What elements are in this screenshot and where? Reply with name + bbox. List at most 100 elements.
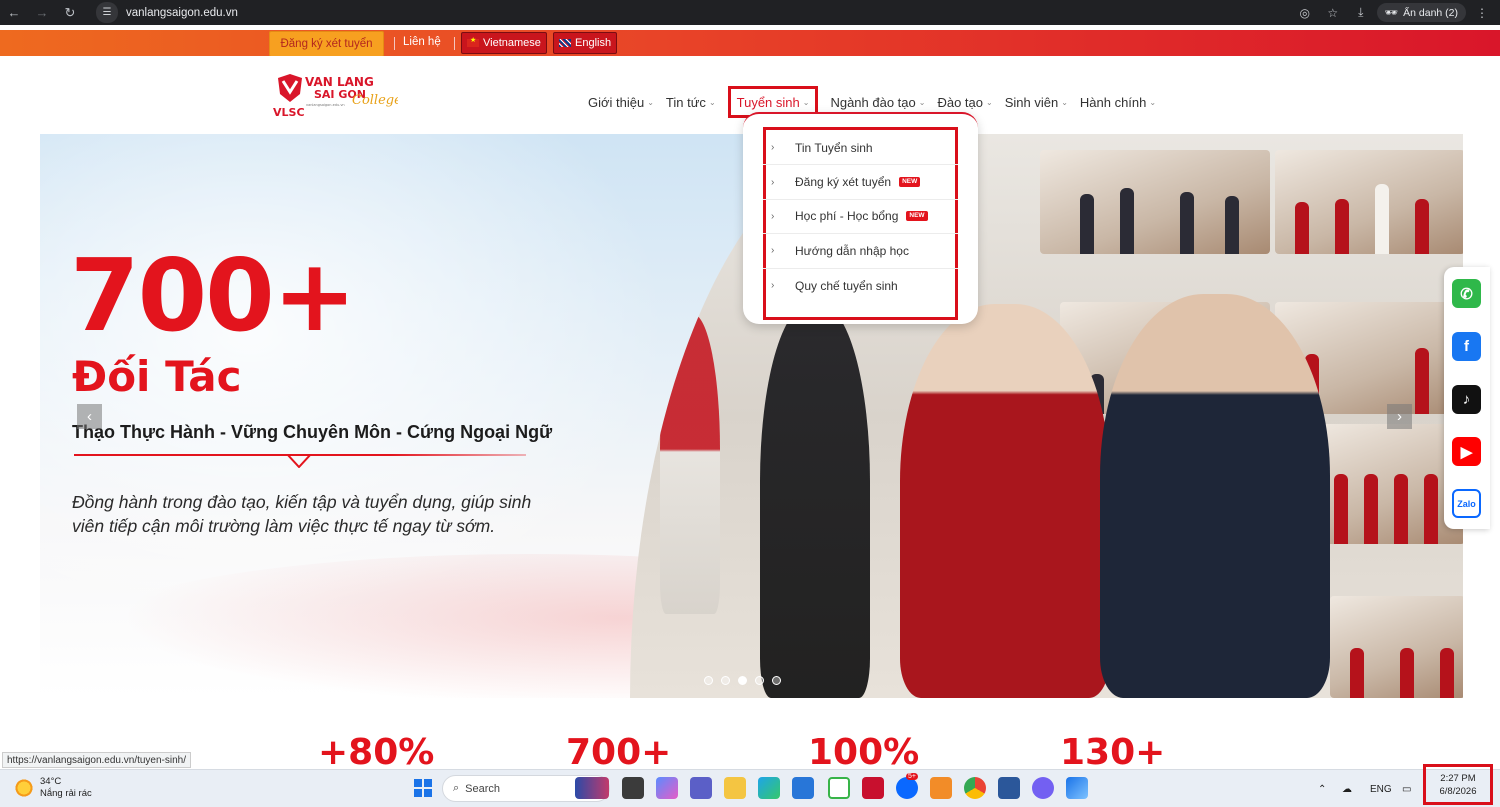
chevron-down-icon: ⌄ — [1149, 97, 1157, 107]
logo-line1: VAN LANG — [305, 75, 374, 89]
slider-next-button[interactable]: › — [1387, 404, 1412, 429]
logo-domain: vanlangsaigon.edu.vn — [306, 103, 345, 107]
zalo-icon[interactable]: Zalo — [1452, 489, 1481, 518]
menu-label: Tin tức — [665, 94, 706, 110]
social-sidebar: ✆ f ♪ ▶ Zalo — [1444, 267, 1490, 529]
menu-label: Sinh viên — [1004, 94, 1059, 110]
weather-widget[interactable]: 34°C Nắng rải rác — [14, 776, 92, 800]
tiktok-icon[interactable]: ♪ — [1452, 385, 1481, 414]
slider-dot[interactable] — [721, 676, 730, 685]
menu-sinh-vien[interactable]: Sinh viên ⌄ — [1005, 92, 1068, 112]
chevron-down-icon: ⌄ — [708, 97, 716, 107]
contact-link[interactable]: Liên hệ — [403, 36, 441, 48]
menu-label: Tuyển sinh — [736, 94, 800, 110]
student-red-suit-figure — [900, 304, 1110, 698]
search-highlight-icon[interactable] — [575, 777, 609, 799]
top-bar: Đăng ký xét tuyển Liên hệ Vietnamese Eng… — [0, 30, 1500, 57]
menu-nganh-dao-tao[interactable]: Ngành đào tạo ⌄ — [830, 92, 925, 112]
coccoc-icon[interactable] — [828, 777, 850, 799]
lang-vi-label: Vietnamese — [483, 37, 541, 49]
hero-tagline: Thạo Thực Hành - Vững Chuyên Môn - Cứng … — [72, 422, 553, 442]
tray-lang[interactable]: ENG — [1370, 770, 1392, 807]
menu-label: Hành chính — [1079, 94, 1147, 110]
student-figure — [660, 314, 720, 614]
app-icon[interactable] — [930, 777, 952, 799]
tray-chevron-up-icon[interactable]: ⌃ — [1318, 770, 1326, 807]
chrome-icon[interactable] — [964, 777, 986, 799]
store-icon[interactable] — [792, 777, 814, 799]
tray-cloud-icon[interactable]: ☁ — [1342, 770, 1352, 807]
dropdown-item-dang-ky[interactable]: › Đăng ký xét tuyển NEW — [763, 165, 958, 200]
menu-label: Giới thiệu — [588, 94, 645, 110]
incognito-badge[interactable]: 🕶 Ẩn danh (2) — [1376, 3, 1466, 22]
menu-gioi-thieu[interactable]: Giới thiệu ⌄ — [588, 92, 654, 112]
back-icon[interactable]: ← — [0, 0, 28, 25]
search-icon: ⌕ — [453, 782, 460, 794]
windows-start-icon[interactable] — [414, 779, 432, 797]
stat-value: 700+ — [566, 735, 672, 769]
slider-dot-active[interactable] — [738, 676, 747, 685]
zalo-taskbar-icon[interactable] — [896, 777, 918, 799]
teams-icon[interactable] — [690, 777, 712, 799]
site-info-icon[interactable]: ☰ — [96, 2, 118, 23]
file-explorer-icon[interactable] — [724, 777, 746, 799]
divider — [394, 37, 395, 50]
mcafee-icon[interactable] — [862, 777, 884, 799]
eye-off-icon[interactable]: ◎ — [1293, 0, 1317, 25]
youtube-icon[interactable]: ▶ — [1452, 437, 1481, 466]
chevron-down-icon: ⌄ — [802, 97, 810, 107]
chevron-right-icon: › — [1397, 408, 1402, 425]
forward-icon[interactable]: → — [28, 0, 56, 25]
photo-tile — [1320, 424, 1463, 544]
kebab-menu-icon[interactable]: ⋮ — [1470, 0, 1494, 25]
task-view-icon[interactable] — [622, 777, 644, 799]
download-icon[interactable]: ⤓ — [1349, 0, 1373, 25]
lang-en-label: English — [575, 37, 612, 49]
word-icon[interactable] — [998, 777, 1020, 799]
lang-english-button[interactable]: English — [553, 32, 618, 54]
dropdown-item-quy-che[interactable]: › Quy chế tuyển sinh — [763, 269, 958, 303]
taskbar-clock[interactable]: 2:27 PM 6/8/2026 — [1423, 764, 1493, 805]
stat-value: 100% — [808, 735, 920, 769]
slider-dot[interactable] — [772, 676, 781, 685]
copilot-icon[interactable] — [656, 777, 678, 799]
menu-tin-tuc[interactable]: Tin tức ⌄ — [666, 92, 716, 112]
register-button[interactable]: Đăng ký xét tuyển — [269, 31, 384, 57]
new-badge: NEW — [906, 211, 928, 222]
url-text[interactable]: vanlangsaigon.edu.vn — [126, 7, 238, 19]
slider-dots — [704, 676, 781, 685]
slider-prev-button[interactable]: ‹ — [77, 404, 102, 429]
slider-dot[interactable] — [755, 676, 764, 685]
bookmark-star-icon[interactable]: ☆ — [1321, 0, 1345, 25]
photos-icon[interactable] — [1066, 777, 1088, 799]
lang-vietnamese-button[interactable]: Vietnamese — [461, 32, 547, 54]
vn-flag-icon — [467, 36, 479, 47]
logo-script: College — [352, 93, 398, 108]
facebook-icon[interactable]: f — [1452, 332, 1481, 361]
dropdown-item-tin-tuyen-sinh[interactable]: › Tin Tuyển sinh — [763, 131, 958, 166]
dropdown-item-hoc-phi[interactable]: › Học phí - Học bổng NEW — [763, 200, 958, 235]
edge-icon[interactable] — [758, 777, 780, 799]
dropdown-item-label: Đăng ký xét tuyển — [795, 175, 892, 190]
menu-hanh-chinh[interactable]: Hành chính ⌄ — [1080, 92, 1156, 112]
phone-icon[interactable]: ✆ — [1452, 279, 1481, 308]
chevron-down-icon: ⌄ — [918, 97, 926, 107]
reload-icon[interactable]: ↻ — [56, 0, 84, 25]
address-bar[interactable]: ☰ vanlangsaigon.edu.vn — [96, 2, 1341, 23]
viber-icon[interactable] — [1032, 777, 1054, 799]
stat-value: +80% — [318, 735, 435, 769]
uk-flag-icon — [559, 39, 571, 47]
incognito-icon: 🕶 — [1384, 7, 1399, 19]
incognito-label: Ẩn danh (2) — [1403, 6, 1458, 19]
menu-dao-tao[interactable]: Đào tạo ⌄ — [937, 92, 992, 112]
chevron-right-icon: › — [771, 176, 775, 188]
stat-value: 130+ — [1060, 735, 1166, 769]
tray-monitor-icon[interactable]: ▭ — [1402, 770, 1411, 807]
dropdown-item-label: Quy chế tuyển sinh — [795, 278, 898, 293]
site-logo[interactable]: VAN LANG SAI GON College vanlangsaigon.e… — [272, 72, 398, 118]
weather-condition: Nắng rải rác — [40, 788, 92, 799]
slider-dot[interactable] — [704, 676, 713, 685]
dropdown-item-huong-dan[interactable]: › Hướng dẫn nhập học — [763, 234, 958, 269]
photo-tile — [1330, 596, 1463, 698]
dropdown-list: › Tin Tuyển sinh › Đăng ký xét tuyển NEW › H… — [763, 131, 958, 303]
